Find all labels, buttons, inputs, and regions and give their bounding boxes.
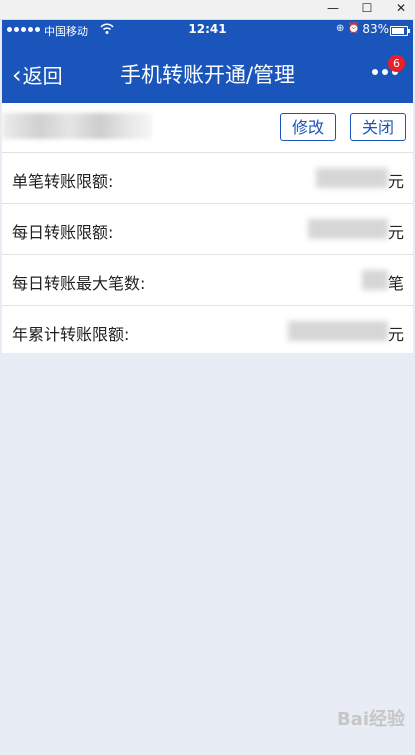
alarm-icon: ⊕ ⏰	[335, 23, 360, 34]
limit-label: 年累计转账限额:	[12, 325, 130, 344]
limit-row-single: 单笔转账限额: 元	[2, 152, 413, 203]
limit-unit: 笔	[387, 274, 404, 293]
edit-button[interactable]: 修改	[280, 113, 336, 141]
window-minimize-button[interactable]: —	[318, 0, 348, 19]
battery-percent: 83%	[362, 22, 389, 36]
status-bar: 中国移动 12:41 ⊕ ⏰ 83%	[2, 20, 413, 40]
limit-unit: 元	[387, 223, 404, 242]
limit-unit: 元	[387, 325, 404, 344]
close-service-button[interactable]: 关闭	[350, 113, 406, 141]
limit-value-redacted	[308, 219, 388, 239]
transfer-settings-panel: 修改 关闭 单笔转账限额: 元 每日转账限额: 元 每日转账最大笔数: 笔 年累…	[2, 103, 413, 353]
limit-label: 单笔转账限额:	[12, 172, 114, 191]
limit-row-yearly: 年累计转账限额: 元	[2, 305, 413, 356]
limit-value-redacted	[316, 168, 388, 188]
limit-unit: 元	[387, 172, 404, 191]
limit-value-redacted	[288, 321, 388, 341]
nav-bar: ‹ 返回 手机转账开通/管理 6	[2, 40, 413, 103]
limit-value-redacted	[362, 270, 388, 290]
limit-row-daily: 每日转账限额: 元	[2, 203, 413, 254]
watermark-logo: Bai经验	[336, 709, 405, 730]
limit-label: 每日转账限额:	[12, 223, 114, 242]
account-number-redacted	[2, 113, 152, 139]
window-maximize-button[interactable]: ☐	[352, 0, 382, 19]
battery-icon	[390, 26, 410, 36]
notification-badge: 6	[388, 55, 405, 72]
page-title: 手机转账开通/管理	[119, 63, 296, 87]
window-title-bar: — ☐ ✕	[0, 0, 415, 20]
limit-row-daily-count: 每日转账最大笔数: 笔	[2, 254, 413, 305]
limit-label: 每日转账最大笔数:	[12, 274, 146, 293]
window-close-button[interactable]: ✕	[386, 0, 415, 19]
